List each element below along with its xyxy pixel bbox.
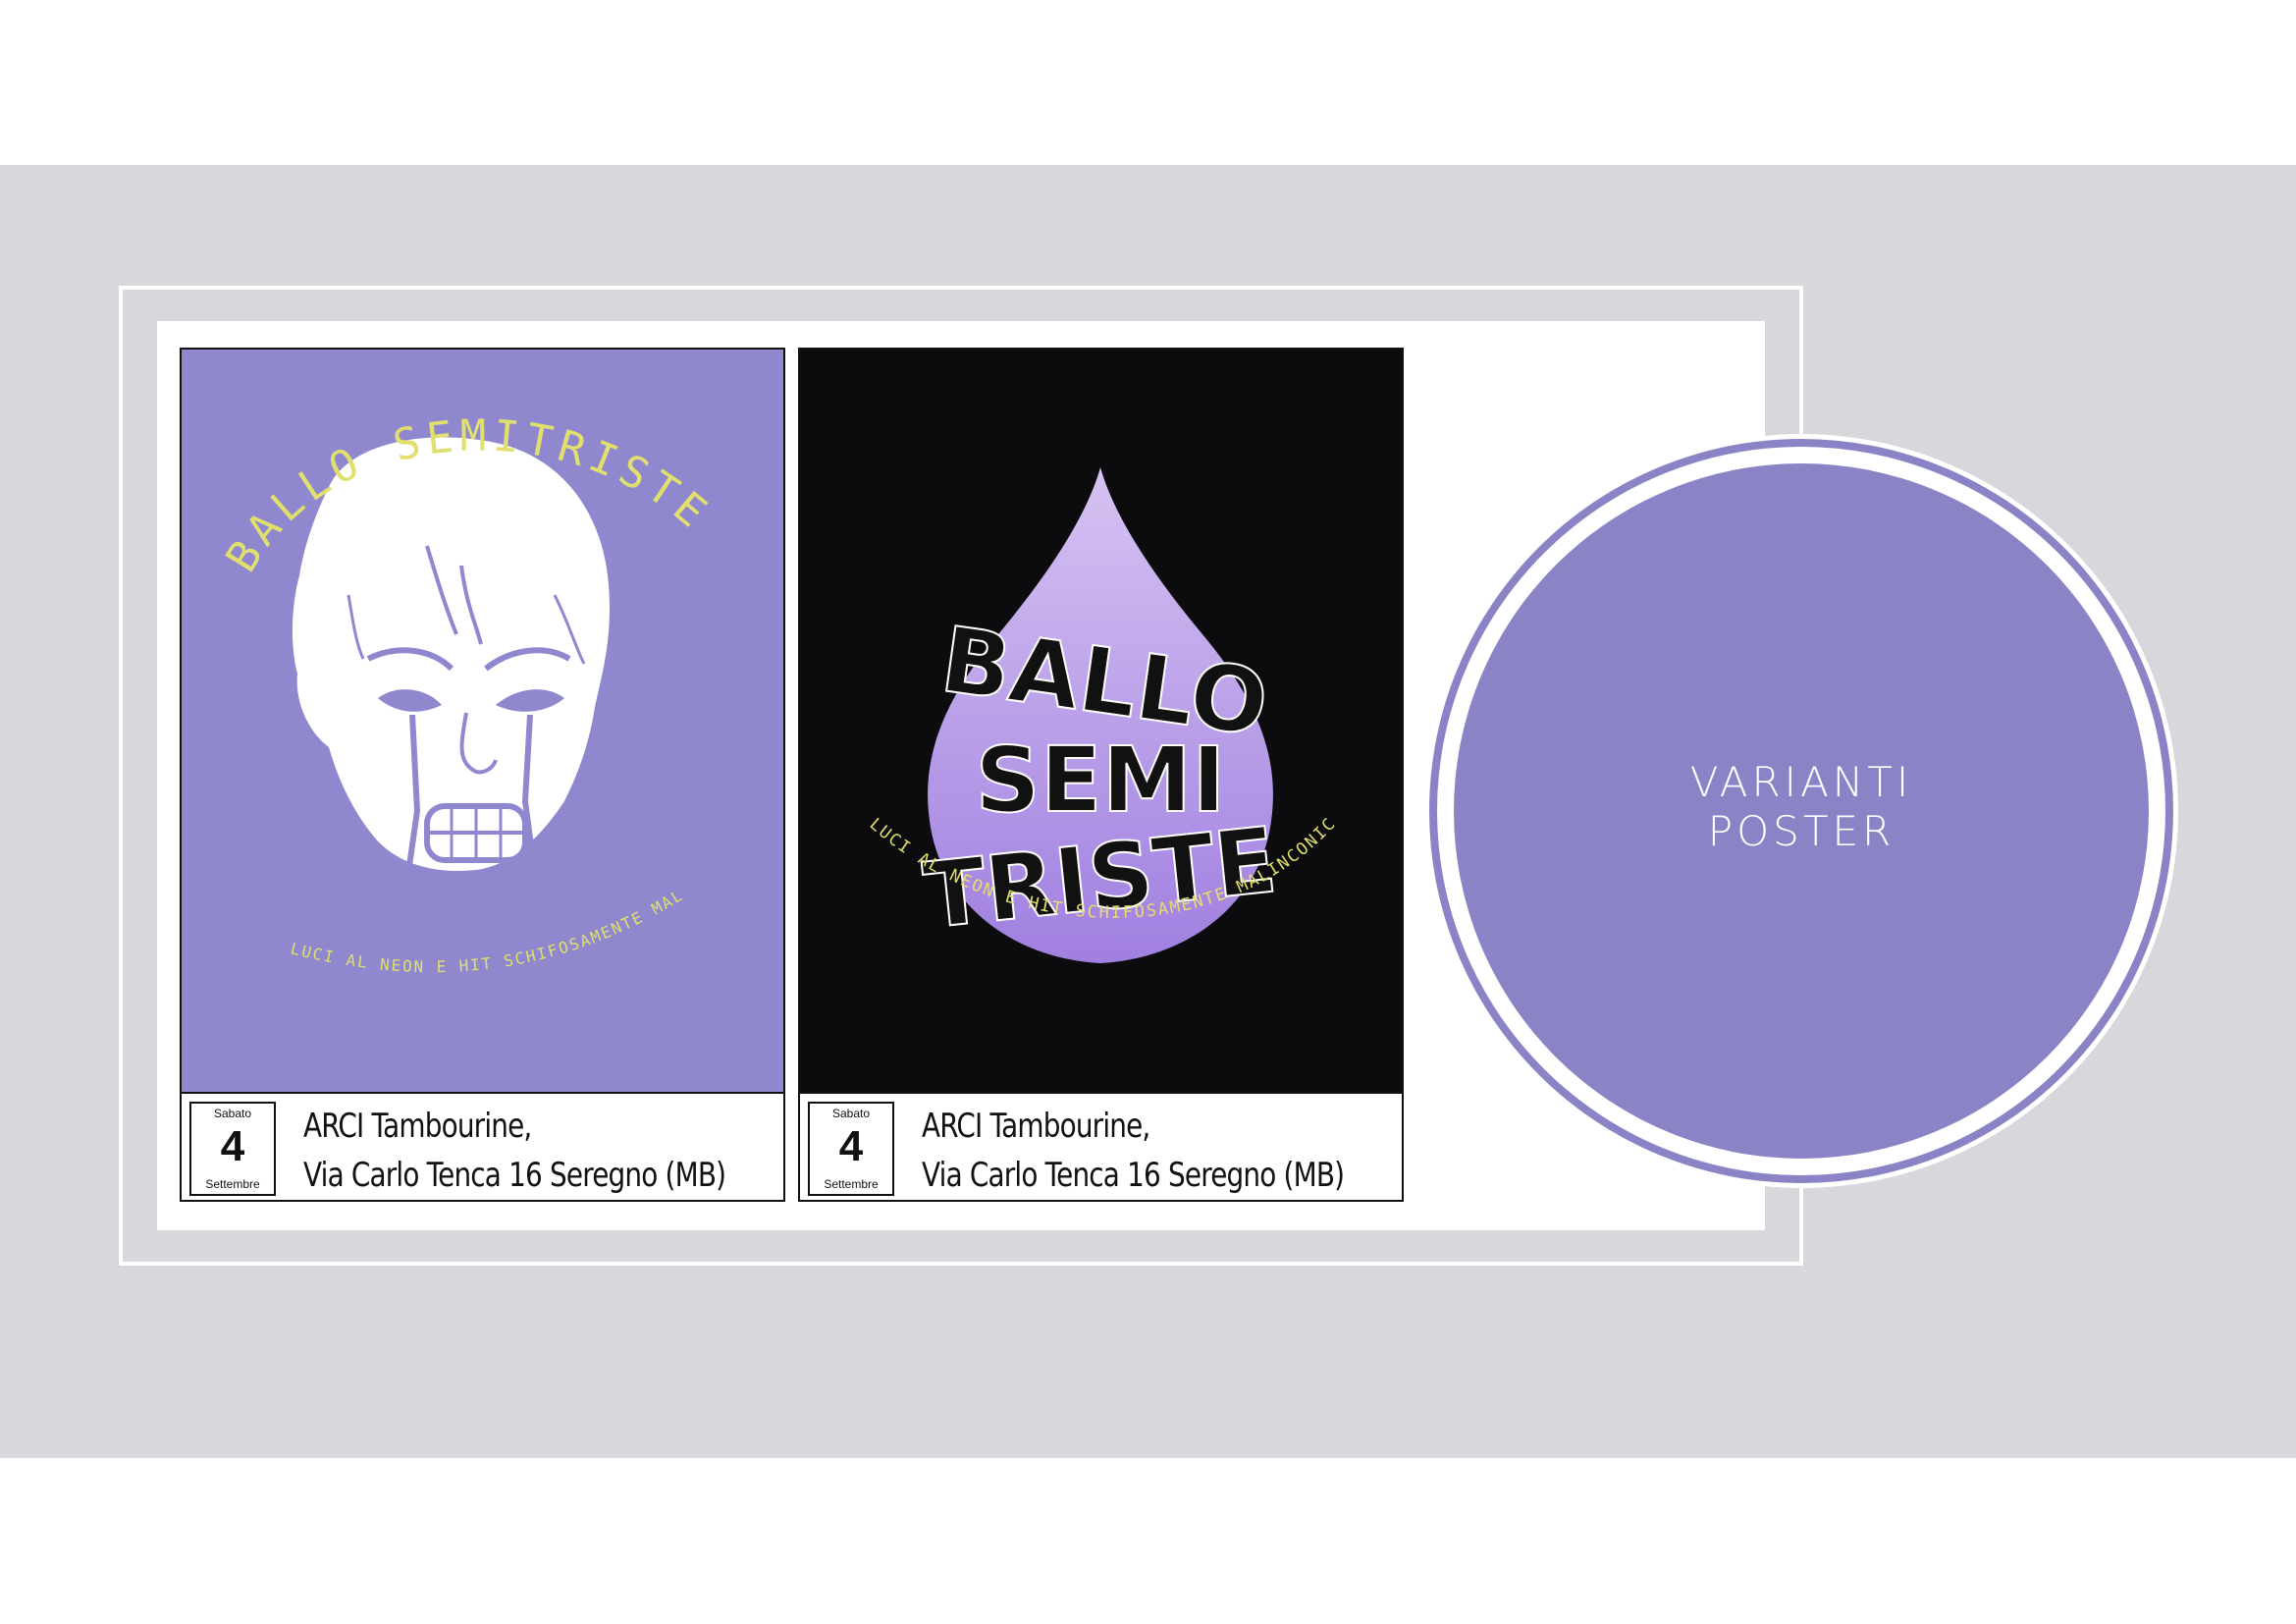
date-box: Sabato 4 Settembre (189, 1102, 276, 1196)
title-circle: VARIANTI POSTER (1454, 463, 2149, 1159)
venue-name: ARCI Tambourine, (922, 1107, 1150, 1146)
date-month: Settembre (205, 1177, 260, 1191)
date-day-number: 4 (838, 1122, 864, 1170)
poster-info-bar: Sabato 4 Settembre ARCI Tambourine, Via … (182, 1092, 783, 1200)
venue-address: Via Carlo Tenca 16 Seregno (MB) (922, 1156, 1345, 1195)
venue-text: ARCI Tambourine, Via Carlo Tenca 16 Sere… (922, 1102, 1345, 1200)
date-day-number: 4 (220, 1122, 245, 1170)
venue-address: Via Carlo Tenca 16 Seregno (MB) (303, 1156, 726, 1195)
poster-drop-artwork: BALLO SEMI TRISTE LUCI AL NEON E HIT SCH… (800, 350, 1402, 1092)
poster-variant-face: BALLO SEMITRISTE LUCI AL NEON E HIT SCHI… (180, 348, 785, 1202)
date-month: Settembre (824, 1177, 879, 1191)
poster-face-artwork: BALLO SEMITRISTE LUCI AL NEON E HIT SCHI… (182, 350, 783, 1092)
date-day-name: Sabato (213, 1107, 252, 1120)
slide-title: VARIANTI POSTER (1454, 758, 2149, 856)
poster-variant-drop: BALLO SEMI TRISTE LUCI AL NEON E HIT SCH… (798, 348, 1404, 1202)
date-day-name: Sabato (831, 1107, 871, 1120)
slide-title-line1: VARIANTI (1689, 758, 1913, 806)
date-box: Sabato 4 Settembre (808, 1102, 894, 1196)
poster-info-bar: Sabato 4 Settembre ARCI Tambourine, Via … (800, 1092, 1402, 1200)
venue-name: ARCI Tambourine, (303, 1107, 532, 1146)
venue-text: ARCI Tambourine, Via Carlo Tenca 16 Sere… (303, 1102, 726, 1200)
slide-title-line2: POSTER (1707, 807, 1896, 855)
